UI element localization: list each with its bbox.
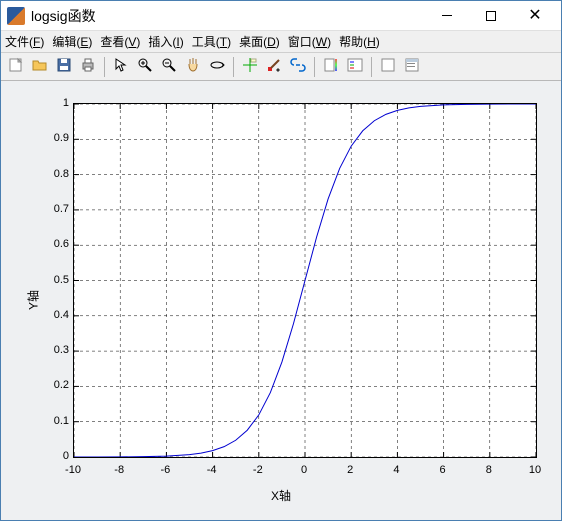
- data-cursor-icon: [242, 57, 258, 76]
- xtick-label: -2: [253, 464, 263, 476]
- show-tools-button[interactable]: [401, 56, 423, 78]
- menu-h[interactable]: 帮助(H): [339, 33, 380, 50]
- close-button[interactable]: ✕: [513, 1, 557, 31]
- menu-w[interactable]: 窗口(W): [288, 33, 331, 50]
- y-axis-label: Y轴: [25, 289, 42, 309]
- menu-f[interactable]: 文件(F): [5, 33, 44, 50]
- ytick-label: 0: [45, 450, 69, 462]
- link-icon: [290, 57, 306, 76]
- zoom-in-icon: [137, 57, 153, 76]
- xtick-label: -4: [207, 464, 217, 476]
- menu-d[interactable]: 桌面(D): [239, 33, 280, 50]
- chart-svg: [74, 104, 536, 457]
- save-icon: [56, 57, 72, 76]
- ytick-label: 0.2: [45, 379, 69, 391]
- x-axis-label: X轴: [271, 487, 291, 504]
- print-icon: [80, 57, 96, 76]
- brush-icon: [266, 57, 282, 76]
- xtick-label: 0: [301, 464, 307, 476]
- toolbar: [1, 53, 561, 81]
- figure-area: Y轴 X轴 -10 -8 -6 -4 -2 0 2 4 6 8 10 0 0.1 0.2 0.3 0.4 0.5…: [1, 81, 561, 520]
- xtick-label: 6: [440, 464, 446, 476]
- new-figure-button[interactable]: [5, 56, 27, 78]
- menubar: 文件(F) 编辑(E) 查看(V) 插入(I) 工具(T) 桌面(D) 窗口(W) 帮助(H): [1, 31, 561, 53]
- arrow-button[interactable]: [110, 56, 132, 78]
- xtick-label: 8: [486, 464, 492, 476]
- xtick-label: -8: [114, 464, 124, 476]
- menu-i[interactable]: 插入(I): [148, 33, 183, 50]
- minimize-button[interactable]: [425, 1, 469, 31]
- hide-tools-button[interactable]: [377, 56, 399, 78]
- maximize-button[interactable]: [469, 1, 513, 31]
- ytick-label: 0.6: [45, 238, 69, 250]
- ytick-label: 0.5: [45, 274, 69, 286]
- hide-tools-icon: [380, 57, 396, 76]
- toolbar-separator: [104, 57, 105, 77]
- titlebar: logsig函数 ✕: [1, 1, 561, 31]
- xtick-label: -10: [65, 464, 81, 476]
- window-title: logsig函数: [31, 6, 96, 26]
- zoom-out-icon: [161, 57, 177, 76]
- xtick-label: 2: [347, 464, 353, 476]
- menu-e[interactable]: 编辑(E): [52, 33, 92, 50]
- legend-icon: [347, 57, 363, 76]
- toolbar-separator: [233, 57, 234, 77]
- ytick-label: 0.9: [45, 132, 69, 144]
- rotate-3d-icon: [209, 57, 225, 76]
- xtick-label: 10: [529, 464, 541, 476]
- menu-t[interactable]: 工具(T): [192, 33, 231, 50]
- menu-v[interactable]: 查看(V): [100, 33, 140, 50]
- matlab-icon: [7, 7, 25, 25]
- open-icon: [32, 57, 48, 76]
- zoom-in-button[interactable]: [134, 56, 156, 78]
- save-button[interactable]: [53, 56, 75, 78]
- link-button[interactable]: [287, 56, 309, 78]
- ytick-label: 0.8: [45, 168, 69, 180]
- toolbar-separator: [314, 57, 315, 77]
- rotate-3d-button[interactable]: [206, 56, 228, 78]
- pan-icon: [185, 57, 201, 76]
- axes-container: Y轴 X轴 -10 -8 -6 -4 -2 0 2 4 6 8 10 0 0.1 0.2 0.3 0.4 0.5…: [15, 93, 547, 506]
- zoom-out-button[interactable]: [158, 56, 180, 78]
- ytick-label: 0.3: [45, 344, 69, 356]
- show-tools-icon: [404, 57, 420, 76]
- colorbar-button[interactable]: [320, 56, 342, 78]
- plot-box: [73, 103, 537, 458]
- print-button[interactable]: [77, 56, 99, 78]
- arrow-icon: [113, 57, 129, 76]
- colorbar-icon: [323, 57, 339, 76]
- new-figure-icon: [8, 57, 24, 76]
- open-button[interactable]: [29, 56, 51, 78]
- brush-button[interactable]: [263, 56, 285, 78]
- xtick-label: 4: [393, 464, 399, 476]
- toolbar-separator: [371, 57, 372, 77]
- ytick-label: 1: [45, 97, 69, 109]
- xtick-label: -6: [161, 464, 171, 476]
- ytick-label: 0.7: [45, 203, 69, 215]
- ytick-label: 0.4: [45, 309, 69, 321]
- pan-button[interactable]: [182, 56, 204, 78]
- ytick-label: 0.1: [45, 415, 69, 427]
- legend-button[interactable]: [344, 56, 366, 78]
- data-cursor-button[interactable]: [239, 56, 261, 78]
